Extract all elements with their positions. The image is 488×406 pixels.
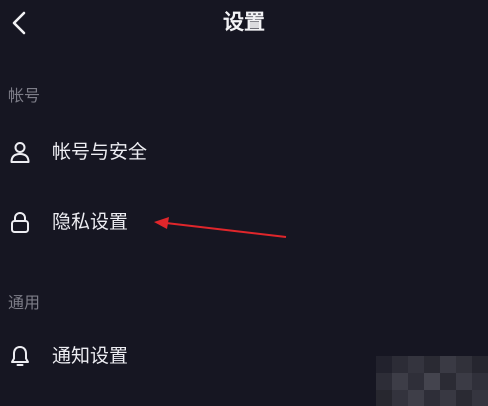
pixelated-watermark (376, 356, 488, 406)
menu-item-label: 通知设置 (52, 345, 129, 367)
page-title: 设置 (223, 10, 265, 34)
annotation-arrow (154, 217, 287, 238)
settings-screen: 设置 帐号 帐号与安全 隐私设置 通用 通知设置 (0, 0, 488, 406)
lock-icon (11, 212, 29, 233)
section-label-general: 通用 (8, 293, 41, 312)
menu-item-label: 帐号与安全 (52, 141, 148, 163)
section-label-account: 帐号 (8, 86, 41, 105)
bell-icon (11, 346, 29, 366)
user-icon (10, 142, 30, 163)
menu-item-label: 隐私设置 (52, 211, 129, 233)
top-bar: 设置 (0, 0, 488, 48)
menu-item-account-security[interactable]: 帐号与安全 (0, 127, 488, 177)
